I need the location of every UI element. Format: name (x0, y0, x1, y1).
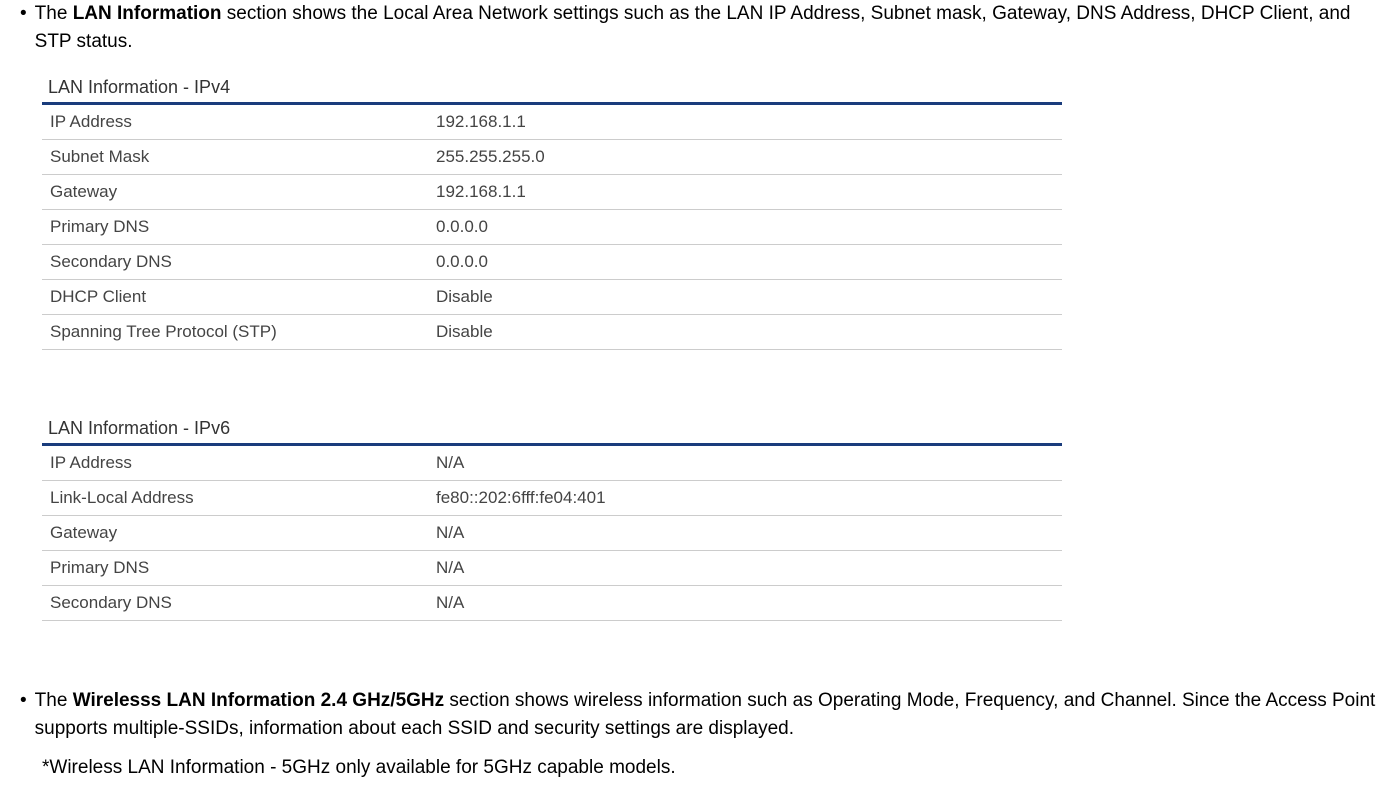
table-row: DHCP ClientDisable (42, 280, 1062, 315)
row-label: IP Address (42, 104, 428, 140)
text-prefix: The (35, 3, 73, 24)
row-value: fe80::202:6fff:fe04:401 (428, 481, 1062, 516)
bullet-text: The LAN Information section shows the Lo… (35, 0, 1380, 55)
row-label: Gateway (42, 175, 428, 210)
lan-ipv6-table: IP AddressN/A Link-Local Addressfe80::20… (42, 443, 1062, 621)
row-value: 192.168.1.1 (428, 175, 1062, 210)
row-value: N/A (428, 551, 1062, 586)
table-row: Link-Local Addressfe80::202:6fff:fe04:40… (42, 481, 1062, 516)
row-label: IP Address (42, 445, 428, 481)
row-value: 0.0.0.0 (428, 210, 1062, 245)
row-value: Disable (428, 315, 1062, 350)
table-row: Subnet Mask255.255.255.0 (42, 140, 1062, 175)
row-label: DHCP Client (42, 280, 428, 315)
lan-ipv4-table: IP Address192.168.1.1 Subnet Mask255.255… (42, 102, 1062, 350)
bullet-text: The Wirelesss LAN Information 2.4 GHz/5G… (35, 687, 1380, 742)
lan-ipv6-block: LAN Information - IPv6 IP AddressN/A Lin… (42, 414, 1062, 621)
table-row: GatewayN/A (42, 516, 1062, 551)
bullet-wireless-info: • The Wirelesss LAN Information 2.4 GHz/… (20, 687, 1380, 742)
bullet-marker: • (20, 0, 27, 55)
row-label: Primary DNS (42, 551, 428, 586)
table-row: Secondary DNSN/A (42, 586, 1062, 621)
text-prefix: The (35, 690, 73, 711)
bullet-marker: • (20, 687, 27, 742)
row-label: Secondary DNS (42, 245, 428, 280)
row-value: Disable (428, 280, 1062, 315)
table-row: Gateway192.168.1.1 (42, 175, 1062, 210)
row-value: 0.0.0.0 (428, 245, 1062, 280)
row-value: N/A (428, 445, 1062, 481)
text-bold: LAN Information (73, 3, 222, 24)
row-value: N/A (428, 586, 1062, 621)
row-label: Subnet Mask (42, 140, 428, 175)
table-row: IP AddressN/A (42, 445, 1062, 481)
lan-ipv4-title: LAN Information - IPv4 (42, 73, 1062, 102)
lan-ipv4-block: LAN Information - IPv4 IP Address192.168… (42, 73, 1062, 350)
row-label: Spanning Tree Protocol (STP) (42, 315, 428, 350)
table-row: Primary DNSN/A (42, 551, 1062, 586)
text-bold: Wirelesss LAN Information 2.4 GHz/5GHz (73, 690, 444, 711)
row-label: Secondary DNS (42, 586, 428, 621)
row-label: Primary DNS (42, 210, 428, 245)
bullet-lan-info: • The LAN Information section shows the … (20, 0, 1380, 55)
text-suffix: section shows the Local Area Network set… (35, 3, 1351, 52)
table-row: Secondary DNS0.0.0.0 (42, 245, 1062, 280)
table-row: IP Address192.168.1.1 (42, 104, 1062, 140)
row-label: Gateway (42, 516, 428, 551)
row-value: 255.255.255.0 (428, 140, 1062, 175)
table-row: Spanning Tree Protocol (STP)Disable (42, 315, 1062, 350)
lan-ipv6-title: LAN Information - IPv6 (42, 414, 1062, 443)
table-row: Primary DNS0.0.0.0 (42, 210, 1062, 245)
row-label: Link-Local Address (42, 481, 428, 516)
row-value: 192.168.1.1 (428, 104, 1062, 140)
wireless-note: *Wireless LAN Information - 5GHz only av… (42, 754, 1380, 782)
row-value: N/A (428, 516, 1062, 551)
